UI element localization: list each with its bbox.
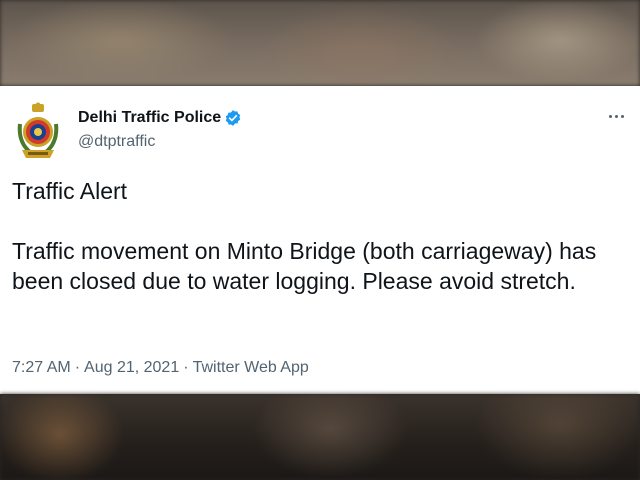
tweet-text: Traffic Alert Traffic movement on Minto … [12,178,597,294]
meta-separator: · [74,359,81,376]
more-dots-icon[interactable] [604,106,628,126]
tweet-time[interactable]: 7:27 AM [12,359,71,376]
tweet-date[interactable]: Aug 21, 2021 [84,359,179,376]
tweet-source[interactable]: Twitter Web App [193,359,309,376]
tweet-header: Delhi Traffic Police @dtptraffic [12,102,628,160]
tweet-card: Delhi Traffic Police @dtptraffic Traffic… [0,86,640,394]
meta-separator: · [183,359,189,376]
delhi-police-emblem-icon[interactable] [12,102,64,160]
blurred-background-top [0,0,640,86]
verified-badge-icon [225,110,241,126]
blurred-background-bottom [0,394,640,480]
author-display-name[interactable]: Delhi Traffic Police [78,108,221,128]
author-handle[interactable]: @dtptraffic [78,132,155,152]
tweet-meta: 7:27 AM · Aug 21, 2021 · Twitter Web App [12,358,309,378]
author-name-row: Delhi Traffic Police [78,108,242,128]
